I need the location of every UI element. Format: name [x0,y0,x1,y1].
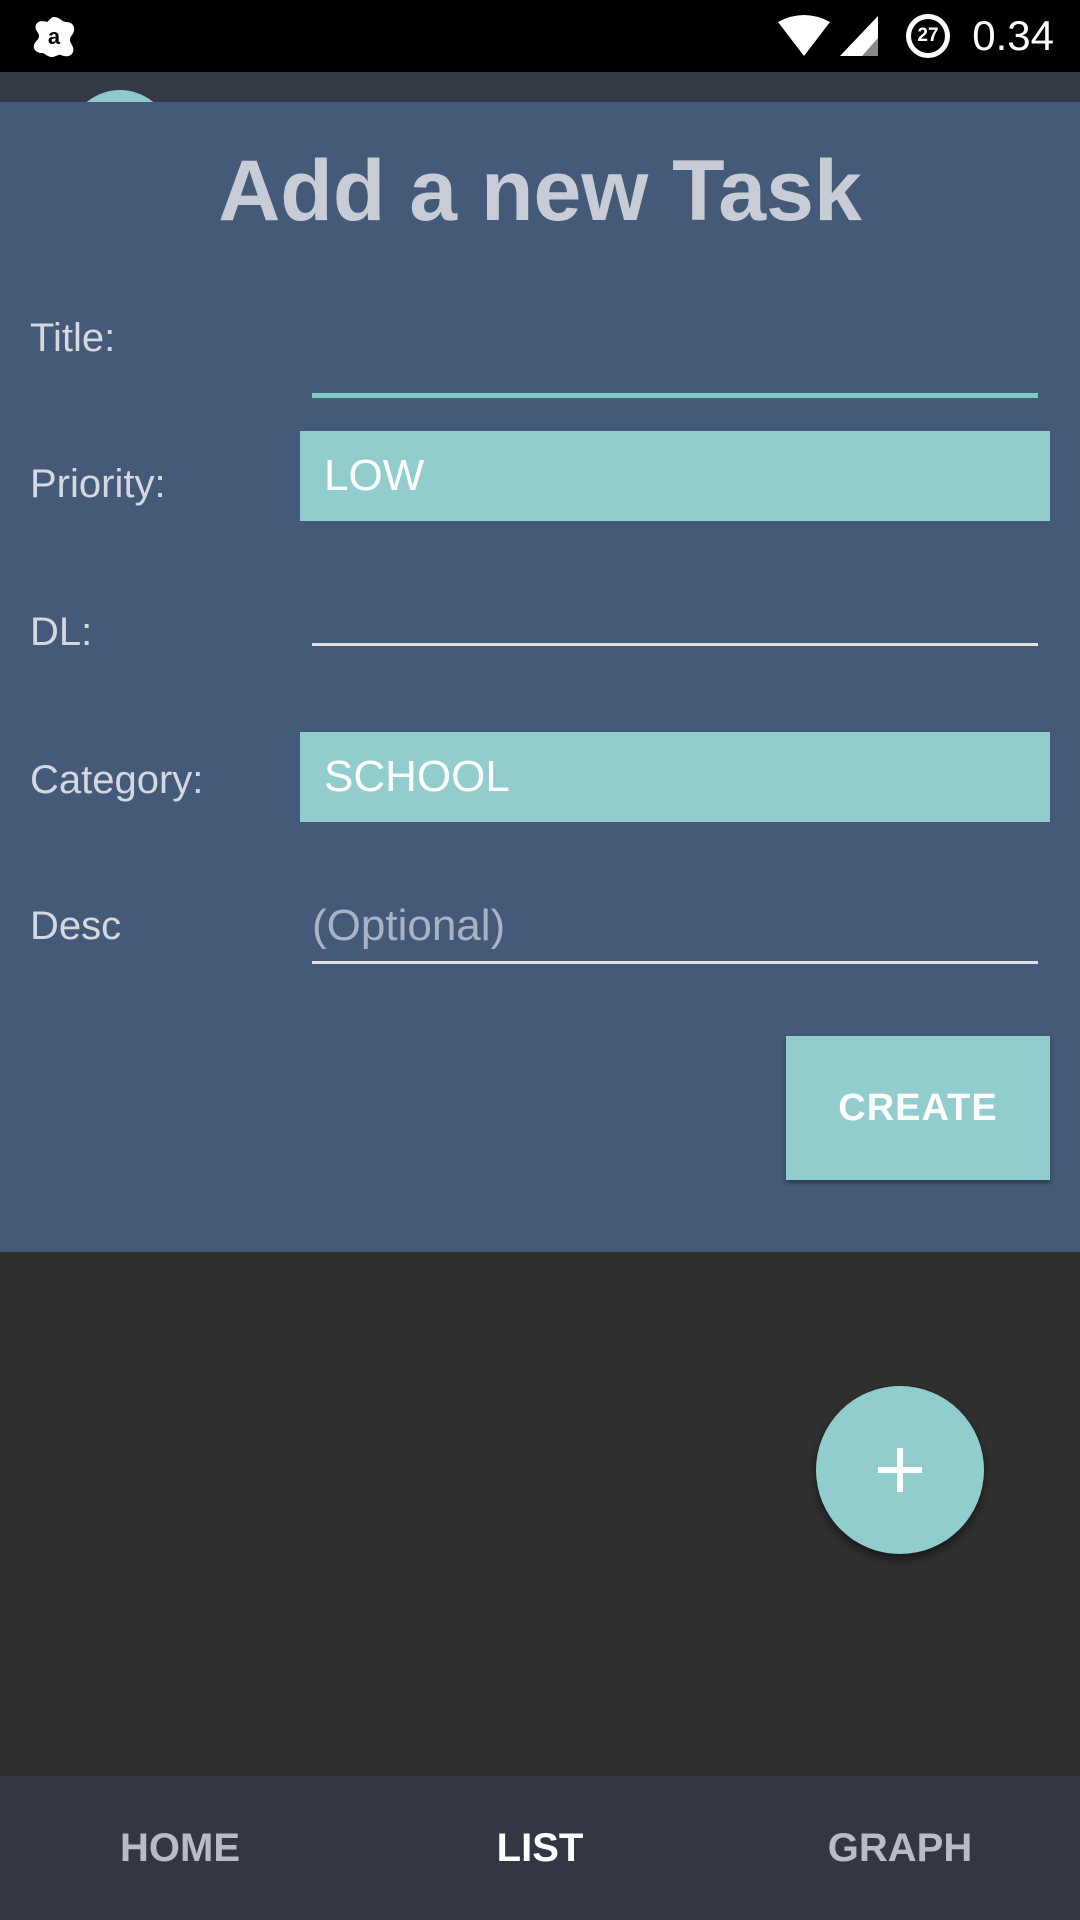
desc-placeholder: (Optional) [312,901,506,950]
desc-label: Desc [30,904,122,948]
tab-graph[interactable]: GRAPH [720,1776,1080,1920]
tab-list[interactable]: LIST [360,1776,720,1920]
dl-label: DL: [30,610,93,654]
battery-level: 27 [911,19,945,53]
dl-input[interactable] [312,576,1038,646]
category-label: Category: [30,758,204,802]
priority-dropdown[interactable]: LOW [300,431,1050,521]
priority-dropdown-value: LOW [324,451,425,500]
create-button[interactable]: CREATE [786,1036,1050,1180]
plus-icon [878,1448,922,1492]
desc-input[interactable]: (Optional) [312,894,1038,964]
bottom-navigation: HOME LIST GRAPH [0,1776,1080,1920]
priority-label: Priority: [30,462,166,506]
category-dropdown[interactable]: SCHOOL [300,732,1050,822]
category-dropdown-value: SCHOOL [324,752,510,801]
wifi-icon [778,15,830,56]
app-toolbar-background [0,72,1080,102]
dialog-title: Add a new Task [218,143,862,239]
add-task-dialog: Add a new Task Title: Priority: LOW DL: … [0,102,1080,1252]
svg-text:a: a [48,24,61,49]
add-task-fab[interactable] [816,1386,984,1554]
tab-home[interactable]: HOME [0,1776,360,1920]
title-label: Title: [30,316,116,360]
status-time: 0.34 [972,12,1054,59]
avast-icon: a [33,17,75,57]
cell-signal-icon [840,16,878,56]
title-input[interactable] [312,328,1038,398]
battery-icon: 27 [906,14,950,58]
status-bar: a 27 0.34 [0,0,1080,72]
